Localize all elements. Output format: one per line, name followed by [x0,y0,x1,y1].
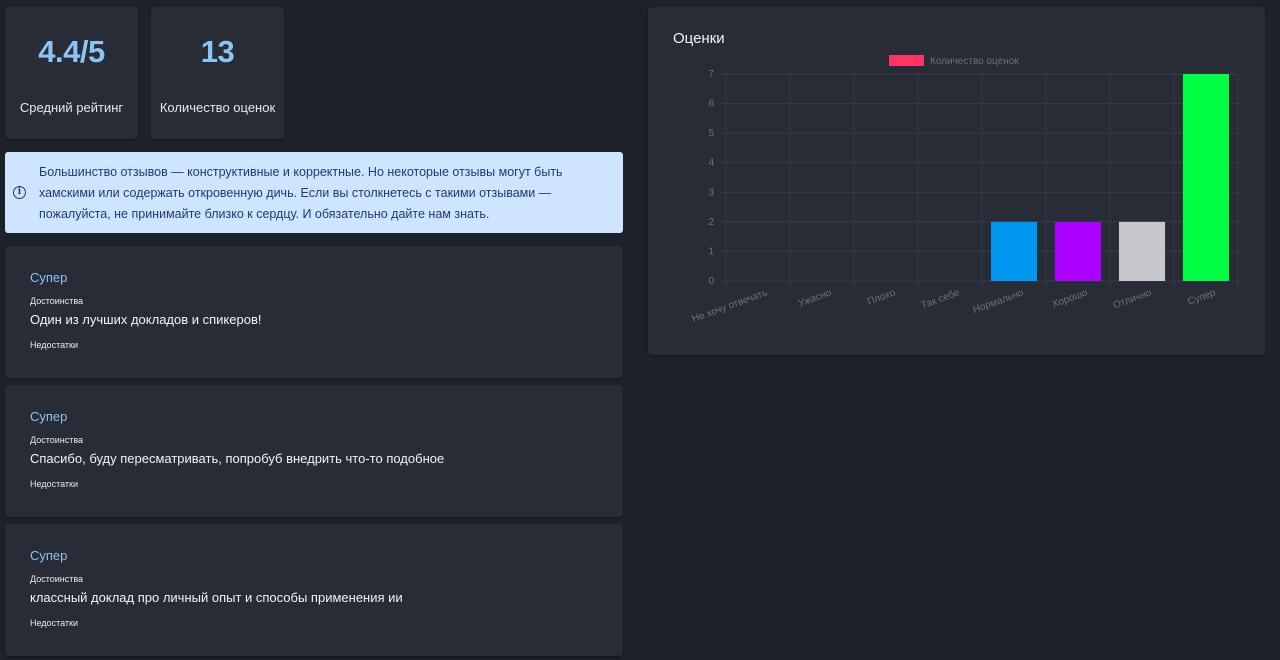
review-pros-label: Достоинства [30,574,84,584]
x-tick-label: Отлично [1112,287,1154,311]
chart-title: Оценки [673,30,725,47]
average-rating-value: 4.4/5 [38,34,105,69]
ratings-count-value: 13 [200,34,235,69]
info-alert-text: Большинство отзывов — конструктивные и к… [39,165,563,221]
x-tick-label: Хорошо [1051,287,1090,310]
x-tick-label: Плохо [866,287,897,307]
review-card: Супер Достоинства классный доклад про ли… [5,524,623,656]
x-tick-label: Так себе [919,286,961,311]
y-tick-label: 0 [708,276,714,287]
ratings-count-label: Количество оценок [159,100,276,115]
legend-label: Количество оценок [930,56,1019,67]
bar-6 [1118,221,1166,281]
review-cons-label: Недостатки [30,340,78,350]
review-pros-text: Один из лучших докладов и спикеров! [30,312,262,327]
bar-5 [1054,221,1102,281]
review-rating: Супер [30,409,68,424]
y-tick-label: 6 [708,99,714,110]
average-rating-label: Средний рейтинг [19,100,124,115]
stat-card-average-rating: 4.4/5 Средний рейтинг [5,7,138,139]
y-tick-label: 1 [708,246,714,257]
bar-7 [1182,74,1230,281]
review-cons-label: Недостатки [30,618,78,628]
y-tick-label: 3 [708,187,714,198]
review-rating: Супер [30,548,68,563]
bar-4 [990,221,1038,281]
info-icon: i [13,186,26,199]
x-tick-label: Ужасно [797,287,833,309]
legend-swatch [889,55,924,66]
review-pros-text: классный доклад про личный опыт и способ… [30,590,403,605]
x-tick-label: Нормально [972,287,1026,316]
review-card: Супер Достоинства Спасибо, буду пересмат… [5,385,623,517]
y-tick-label: 2 [708,217,714,228]
review-pros-label: Достоинства [30,435,84,445]
review-cons-label: Недостатки [30,479,78,489]
y-tick-label: 5 [708,128,714,139]
review-card: Супер Достоинства Один из лучших докладо… [5,246,623,378]
y-tick-label: 7 [708,69,714,80]
x-tick-label: Не хочу отвечать [691,287,769,325]
info-alert: i Большинство отзывов — конструктивные и… [5,152,623,233]
ratings-bar-chart: 0 1 2 3 4 5 6 7 Не хочу отвечать Ужасно Плохо Так с… [691,55,1239,325]
y-tick-label: 4 [708,158,714,169]
x-tick-label: Супер [1186,287,1217,307]
review-pros-label: Достоинства [30,296,84,306]
stat-card-ratings-count: 13 Количество оценок [151,7,284,139]
ratings-chart-panel: 0 1 2 3 4 5 6 7 Не хочу отвечать Ужасно Плохо Так с… [648,7,1265,355]
review-rating: Супер [30,270,68,285]
review-pros-text: Спасибо, буду пересматривать, попробуб в… [30,451,445,466]
